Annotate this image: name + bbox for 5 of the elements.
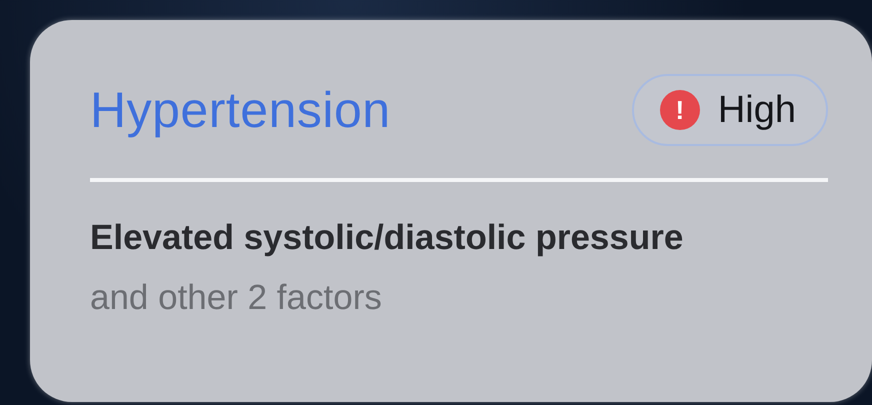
condition-title: Hypertension — [90, 81, 391, 139]
alert-icon: ! — [660, 90, 700, 130]
summary-text: Elevated systolic/diastolic pressure — [90, 218, 684, 258]
detail-text: and other 2 factors — [90, 278, 383, 318]
severity-label: High — [718, 88, 796, 132]
